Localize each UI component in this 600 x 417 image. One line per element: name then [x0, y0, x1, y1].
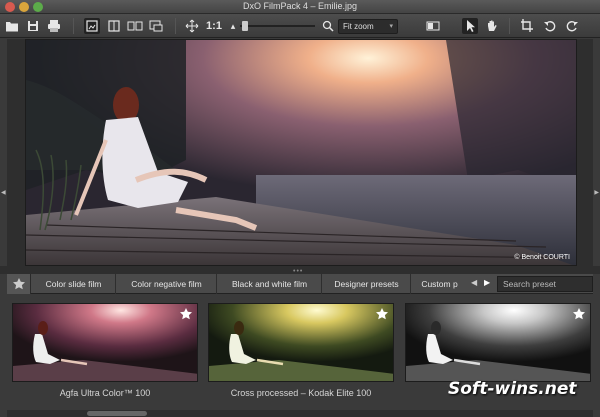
- preset-thumbnail-image: [13, 304, 197, 381]
- rotate-left-icon: [544, 21, 556, 32]
- tab-custom-presets[interactable]: Custom p: [412, 274, 467, 294]
- move-button[interactable]: [185, 18, 199, 34]
- move-icon: [185, 19, 199, 33]
- window-title: DxO FilmPack 4 – Emilie.jpg: [242, 1, 358, 11]
- save-icon: [28, 21, 38, 31]
- toolbar-separator: [73, 18, 74, 34]
- preset-thumbnail[interactable]: [208, 303, 394, 382]
- image-viewer[interactable]: ◀ © Benoit COURTI ▶: [1, 39, 599, 266]
- favorite-star-icon[interactable]: [179, 307, 193, 326]
- zoom-slider-handle[interactable]: [242, 21, 248, 31]
- tab-designer-presets[interactable]: Designer presets: [323, 274, 411, 294]
- preset-thumbnail[interactable]: [405, 303, 591, 382]
- single-view-button[interactable]: [84, 18, 100, 34]
- preset-tabs: Color slide film Color negative film Bla…: [7, 274, 593, 294]
- preset-label: Agfa Ultra Color™ 100: [59, 388, 151, 398]
- compare-button[interactable]: [148, 18, 164, 34]
- photo-image: [26, 40, 576, 265]
- hand-icon: [488, 20, 497, 31]
- presets-scrollbar[interactable]: [7, 410, 593, 417]
- rotate-right-icon: [566, 21, 578, 32]
- rotate-right-button[interactable]: [565, 18, 579, 34]
- star-icon: [13, 278, 25, 290]
- tabs-scroll-left-icon[interactable]: ◀: [471, 278, 477, 287]
- panel-divider[interactable]: •••: [0, 266, 600, 275]
- preset-item[interactable]: Cross processed – Kodak Elite 100: [208, 303, 394, 408]
- hand-tool-button[interactable]: [485, 18, 499, 34]
- zoom-select[interactable]: Fit zoom ▾: [338, 19, 398, 34]
- preset-thumbnail-image: [406, 304, 590, 381]
- left-panel-arrow-icon[interactable]: ◀: [1, 189, 6, 196]
- tabs-scroll-right-icon[interactable]: ▶: [484, 278, 490, 287]
- tab-color-negative-film[interactable]: Color negative film: [117, 274, 217, 294]
- print-button[interactable]: [47, 18, 61, 34]
- select-tool-button[interactable]: [462, 18, 478, 34]
- crop-icon: [521, 19, 533, 32]
- scrollbar-thumb[interactable]: [87, 411, 147, 416]
- chevron-down-icon: ▾: [389, 23, 393, 30]
- magnifier-icon: [322, 20, 334, 32]
- preset-item[interactable]: Agfa Ultra Color™ 100: [12, 303, 198, 408]
- print-icon: [48, 20, 60, 32]
- favorite-star-icon[interactable]: [375, 307, 389, 326]
- toolbar: 1:1 ▴ Fit zoom ▾: [0, 14, 600, 38]
- before-after-icon: [108, 20, 120, 32]
- save-button[interactable]: [27, 18, 39, 34]
- crop-button[interactable]: [520, 18, 534, 34]
- before-after-button[interactable]: [106, 18, 122, 34]
- rotate-left-button[interactable]: [543, 18, 557, 34]
- zoom-1to1-button[interactable]: 1:1: [206, 18, 222, 34]
- tab-black-and-white-film[interactable]: Black and white film: [218, 274, 322, 294]
- compare-icon: [149, 20, 163, 32]
- preset-thumbnail[interactable]: [12, 303, 198, 382]
- preset-thumbnail-image: [209, 304, 393, 381]
- side-by-side-button[interactable]: [127, 18, 143, 34]
- tab-favorites[interactable]: [7, 274, 31, 294]
- zoom-slider-track[interactable]: [240, 25, 315, 27]
- single-view-icon: [86, 20, 98, 32]
- title-bar: DxO FilmPack 4 – Emilie.jpg: [0, 0, 600, 14]
- favorite-star-icon[interactable]: [572, 307, 586, 326]
- zoom-out-icon: ▴: [230, 21, 236, 31]
- tab-color-slide-film[interactable]: Color slide film: [32, 274, 116, 294]
- app-window: DxO FilmPack 4 – Emilie.jpg 1:1 ▴ Fit zo…: [0, 0, 600, 417]
- watermark-text: Soft-wins.net: [448, 379, 577, 399]
- toolbar-separator: [175, 18, 176, 34]
- main-photo: © Benoit COURTI: [25, 39, 577, 266]
- panel-icon: [426, 21, 440, 31]
- preset-label: Cross processed – Kodak Elite 100: [230, 388, 372, 398]
- open-folder-button[interactable]: [5, 18, 19, 34]
- right-panel-arrow-icon[interactable]: ▶: [594, 189, 599, 196]
- arrow-pointer-icon: [467, 20, 475, 32]
- folder-icon: [6, 22, 18, 32]
- search-preset-input[interactable]: Search preset: [497, 276, 593, 292]
- zoom-button[interactable]: [322, 18, 334, 34]
- zoom-select-value: Fit zoom: [343, 22, 374, 31]
- toolbar-separator: [509, 18, 510, 34]
- side-by-side-icon: [127, 21, 143, 31]
- panel-toggle-button[interactable]: [426, 18, 440, 34]
- photo-credit: © Benoit COURTI: [514, 254, 570, 261]
